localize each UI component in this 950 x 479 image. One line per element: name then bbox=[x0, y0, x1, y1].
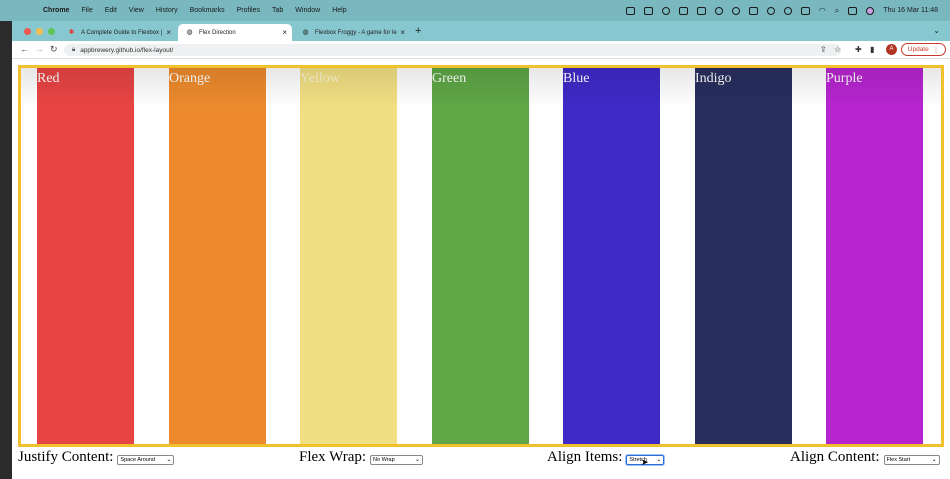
clock-icon[interactable] bbox=[731, 6, 740, 15]
select-value: No Wrap bbox=[373, 457, 395, 463]
lock-icon[interactable]: 🔒︎ bbox=[72, 47, 75, 54]
align-content-control: Align Content: Flex Start ⌄ bbox=[790, 449, 940, 466]
forward-icon[interactable]: → bbox=[35, 44, 44, 54]
share-icon[interactable]: ⇪ bbox=[820, 45, 827, 54]
apple-icon[interactable] bbox=[23, 6, 33, 16]
justify-content-label: Justify Content: bbox=[18, 449, 114, 465]
reload-icon[interactable]: ↻ bbox=[50, 44, 58, 55]
menu-file[interactable]: File bbox=[81, 7, 92, 14]
extensions-icon[interactable]: ✚ bbox=[855, 45, 862, 54]
tab-title: Flexbox Froggy - A game for le bbox=[315, 29, 397, 36]
box-label: Red bbox=[37, 71, 60, 86]
avatar[interactable]: A bbox=[886, 44, 897, 55]
flex-wrap-control: Flex Wrap: No Wrap ⌄ bbox=[299, 449, 424, 466]
sidepanel-icon[interactable]: ▮ bbox=[870, 45, 874, 54]
play-icon[interactable] bbox=[783, 6, 792, 15]
box-orange: Orange bbox=[169, 68, 266, 444]
close-tab-icon[interactable]: × bbox=[166, 28, 171, 37]
close-tab-icon[interactable]: × bbox=[400, 28, 405, 37]
menubar-status-area: ◠ ⌕ Thu 16 Mar 11:48 bbox=[625, 0, 938, 21]
back-icon[interactable]: ← bbox=[20, 44, 29, 54]
justify-content-select[interactable]: Space Around ⌄ bbox=[117, 455, 175, 465]
search-icon[interactable]: ⌕ bbox=[835, 6, 839, 16]
message-icon[interactable] bbox=[696, 6, 706, 15]
display-icon[interactable] bbox=[643, 6, 653, 15]
box-label: Indigo bbox=[695, 71, 732, 86]
box-label: Purple bbox=[826, 71, 863, 86]
headphones-icon[interactable] bbox=[766, 6, 775, 15]
flex-container: Red Orange Yellow Green Blue Indigo Purp… bbox=[18, 65, 944, 447]
hand-icon[interactable] bbox=[661, 6, 670, 15]
lifebuoy-icon[interactable] bbox=[714, 6, 723, 15]
menu-view[interactable]: View bbox=[129, 7, 144, 14]
select-value: Space Around bbox=[120, 457, 155, 463]
mouse-pointer-icon: ➤ bbox=[641, 457, 649, 467]
address-bar: ← → ↻ 🔒︎ appbrewery.github.io/flex-layou… bbox=[12, 41, 950, 59]
macos-menu-bar: Chrome File Edit View History Bookmarks … bbox=[0, 0, 950, 21]
globe-icon: ◍ bbox=[302, 29, 309, 36]
box-indigo: Indigo bbox=[695, 68, 792, 444]
tab-flexbox-froggy[interactable]: ◍ Flexbox Froggy - A game for le × bbox=[294, 24, 410, 41]
menu-tab[interactable]: Tab bbox=[272, 7, 283, 14]
control-center-icon[interactable] bbox=[848, 6, 858, 15]
box-label: Blue bbox=[563, 71, 590, 86]
box-label: Orange bbox=[169, 71, 211, 86]
chevron-down-icon: ⌄ bbox=[931, 457, 937, 463]
menu-history[interactable]: History bbox=[156, 7, 178, 14]
box-blue: Blue bbox=[563, 68, 660, 444]
menu-profiles[interactable]: Profiles bbox=[237, 7, 260, 14]
window-edge bbox=[0, 21, 12, 479]
close-window-icon[interactable] bbox=[24, 28, 31, 35]
minimize-window-icon[interactable] bbox=[36, 28, 43, 35]
chevron-down-icon: ⌄ bbox=[166, 457, 172, 463]
chevron-down-icon: ⌄ bbox=[415, 457, 421, 463]
window-controls bbox=[24, 28, 55, 35]
update-label: Update bbox=[907, 46, 929, 53]
zoom-window-icon[interactable] bbox=[48, 28, 55, 35]
box-green: Green bbox=[432, 68, 529, 444]
battery-icon[interactable] bbox=[800, 6, 810, 15]
shield-icon[interactable] bbox=[678, 6, 688, 15]
wifi-icon[interactable]: ◠ bbox=[819, 6, 826, 15]
globe-icon: ◍ bbox=[186, 29, 193, 36]
clock-text[interactable]: Thu 16 Mar 11:48 bbox=[883, 7, 938, 14]
url-text: appbrewery.github.io/flex-layout/ bbox=[80, 46, 174, 54]
tab-title: A Complete Guide to Flexbox | bbox=[81, 29, 163, 36]
css-tricks-icon: ✱ bbox=[68, 29, 75, 36]
select-value: Flex Start bbox=[886, 457, 911, 463]
align-content-select[interactable]: Flex Start ⌄ bbox=[883, 455, 940, 465]
menu-bookmarks[interactable]: Bookmarks bbox=[190, 7, 225, 14]
box-red: Red bbox=[37, 68, 134, 444]
tab-bar: ✱ A Complete Guide to Flexbox | × ◍ Flex… bbox=[12, 21, 950, 41]
menu-app-name[interactable]: Chrome bbox=[43, 7, 69, 14]
close-tab-icon[interactable]: × bbox=[282, 28, 287, 37]
chevron-down-icon: ⌄ bbox=[656, 457, 662, 463]
flex-wrap-select[interactable]: No Wrap ⌄ bbox=[370, 455, 424, 465]
tab-title: Flex Direction bbox=[199, 29, 236, 36]
bookmark-star-icon[interactable]: ☆ bbox=[834, 45, 841, 54]
tab-flex-direction[interactable]: ◍ Flex Direction × bbox=[178, 24, 292, 41]
tab-css-tricks[interactable]: ✱ A Complete Guide to Flexbox | × bbox=[60, 24, 176, 41]
chevron-down-icon[interactable]: ⌄ bbox=[933, 26, 940, 35]
more-vert-icon: ⋮ bbox=[932, 46, 940, 54]
app-icon[interactable] bbox=[748, 6, 758, 15]
menu-edit[interactable]: Edit bbox=[105, 7, 117, 14]
screen-record-icon[interactable] bbox=[625, 6, 635, 15]
box-label: Yellow bbox=[300, 71, 340, 86]
align-items-label: Align Items: bbox=[547, 449, 623, 465]
box-label: Green bbox=[432, 71, 467, 86]
controls-bar: Justify Content: Space Around ⌄ Flex Wra… bbox=[0, 447, 950, 479]
menu-window[interactable]: Window bbox=[295, 7, 320, 14]
menu-help[interactable]: Help bbox=[332, 7, 346, 14]
siri-icon[interactable] bbox=[866, 6, 875, 15]
box-yellow: Yellow bbox=[300, 68, 397, 444]
align-content-label: Align Content: bbox=[790, 449, 880, 465]
justify-content-control: Justify Content: Space Around ⌄ bbox=[18, 449, 175, 466]
update-button[interactable]: Update ⋮ bbox=[901, 43, 946, 56]
box-purple: Purple bbox=[826, 68, 923, 444]
url-input[interactable]: 🔒︎ appbrewery.github.io/flex-layout/ bbox=[64, 44, 841, 56]
flex-wrap-label: Flex Wrap: bbox=[299, 449, 367, 465]
new-tab-icon[interactable]: + bbox=[415, 25, 421, 37]
